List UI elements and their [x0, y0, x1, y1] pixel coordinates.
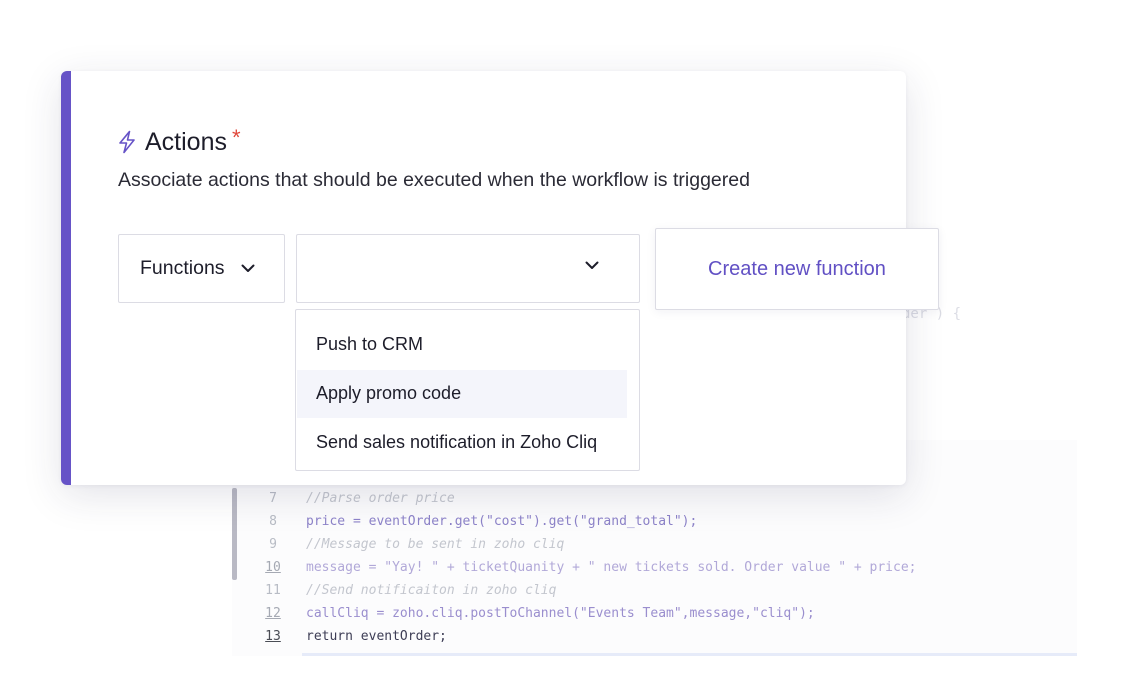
- function-select[interactable]: [296, 234, 640, 303]
- actions-title: Actions: [145, 127, 227, 156]
- line-number: 9: [269, 537, 277, 552]
- line-number: 8: [269, 514, 277, 529]
- code-line: 12 callCliq = zoho.cliq.postToChannel("E…: [258, 603, 815, 625]
- required-marker: *: [231, 125, 241, 150]
- code-line: 7 //Parse order price: [258, 488, 455, 510]
- code-line: 9 //Message to be sent in zoho cliq: [258, 534, 564, 556]
- chevron-down-icon: [241, 264, 255, 273]
- code-text: price = eventOrder.get("cost").get("gran…: [306, 514, 698, 529]
- code-text: callCliq = zoho.cliq.postToChannel("Even…: [306, 606, 815, 621]
- chevron-down-icon: [585, 261, 599, 270]
- code-line: 10 message = "Yay! " + ticketQuanity + "…: [258, 557, 916, 579]
- dropdown-option-push-to-crm[interactable]: Push to CRM: [297, 321, 627, 369]
- action-type-select[interactable]: Functions: [118, 234, 285, 303]
- dropdown-option-apply-promo-code[interactable]: Apply promo code: [297, 370, 627, 418]
- code-text: //Send notificaiton in zoho cliq: [306, 583, 557, 598]
- line-number: 11: [265, 583, 281, 598]
- editor-scroll-indicator: [232, 488, 237, 580]
- code-text: //Message to be sent in zoho cliq: [306, 537, 565, 552]
- code-text: return eventOrder;: [306, 629, 447, 644]
- code-text: message = "Yay! " + ticketQuanity + " ne…: [306, 560, 917, 575]
- code-line: 11 //Send notificaiton in zoho cliq: [258, 580, 556, 602]
- dropdown-option-send-sales-notification[interactable]: Send sales notification in Zoho Cliq: [297, 419, 627, 467]
- create-new-function-button[interactable]: Create new function: [655, 228, 939, 310]
- active-line-underline: [302, 653, 1077, 656]
- code-line: 13 return eventOrder;: [258, 626, 447, 648]
- line-number: 12: [265, 606, 281, 621]
- actions-description: Associate actions that should be execute…: [118, 169, 750, 191]
- action-type-value: Functions: [140, 257, 225, 279]
- code-line: 8 price = eventOrder.get("cost").get("gr…: [258, 511, 697, 533]
- lightning-bolt-icon: [117, 130, 137, 154]
- line-number: 13: [265, 629, 281, 644]
- card-accent-bar: [61, 71, 71, 485]
- function-dropdown-menu: Push to CRM Apply promo code Send sales …: [295, 309, 640, 471]
- line-number: 7: [269, 491, 277, 506]
- code-text: //Parse order price: [306, 491, 455, 506]
- actions-header: Actions *: [117, 125, 241, 159]
- line-number: 10: [265, 560, 281, 575]
